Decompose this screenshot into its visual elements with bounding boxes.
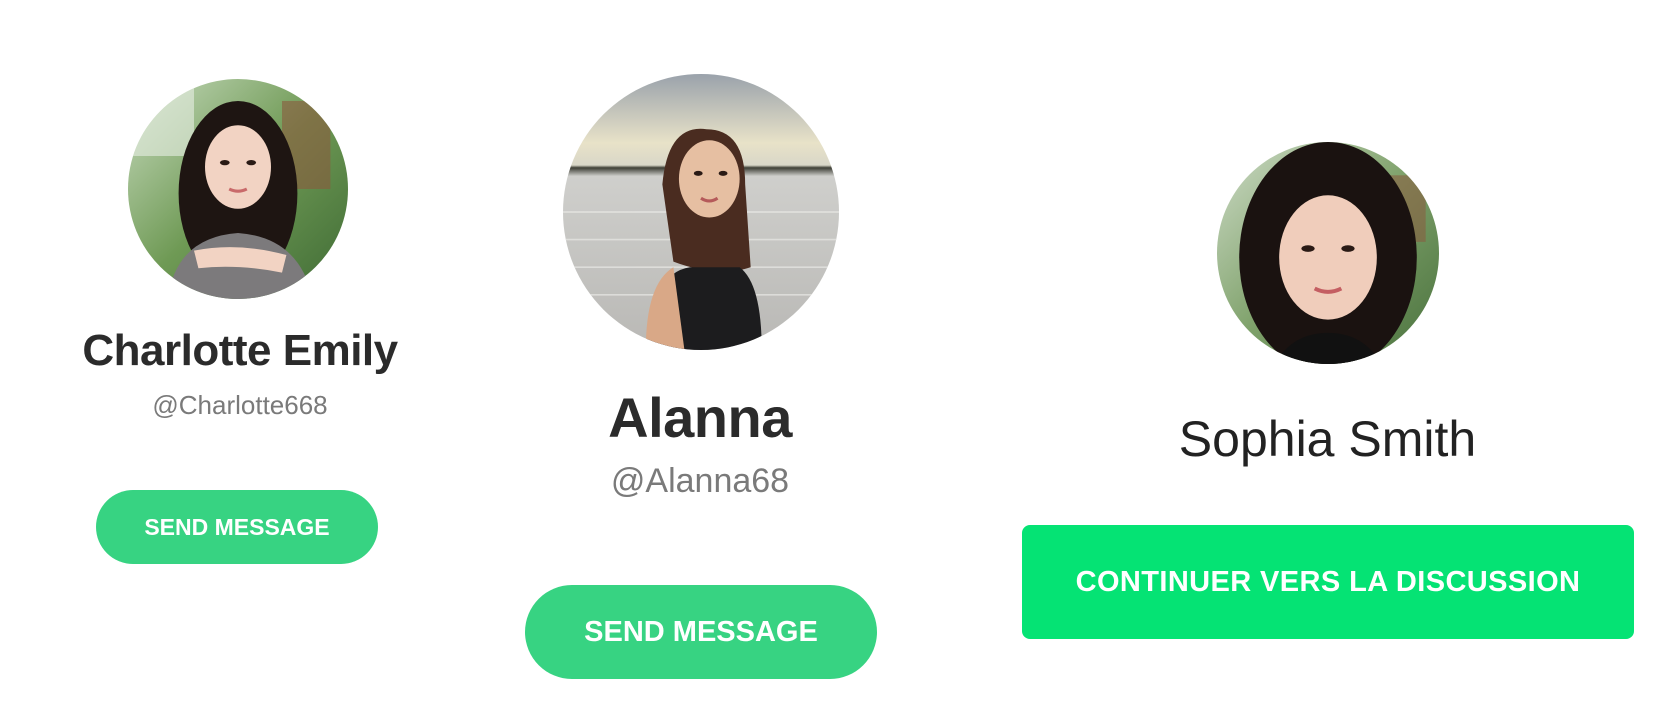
profile-name: Alanna [608, 386, 792, 449]
avatar[interactable] [128, 79, 348, 299]
profile-handle: @Alanna68 [610, 462, 790, 500]
profile-card-alanna: Alanna @Alanna68 SEND MESSAGE [495, 0, 905, 708]
profile-photo-icon [128, 79, 348, 299]
profile-name: Charlotte Emily [82, 326, 398, 375]
profile-photo-icon [563, 74, 839, 350]
profile-name: Sophia Smith [1178, 411, 1477, 467]
profile-handle: @Charlotte668 [152, 390, 328, 420]
avatar[interactable] [1217, 142, 1439, 364]
send-message-button[interactable]: SEND MESSAGE [525, 585, 877, 679]
profile-card-charlotte: Charlotte Emily @Charlotte668 SEND MESSA… [40, 0, 440, 708]
profile-photo-icon [1217, 142, 1439, 364]
profile-card-sophia: Sophia Smith CONTINUER VERS LA DISCUSSIO… [1020, 0, 1635, 708]
continue-discussion-button[interactable]: CONTINUER VERS LA DISCUSSION [1022, 525, 1634, 639]
avatar[interactable] [563, 74, 839, 350]
send-message-button[interactable]: SEND MESSAGE [96, 490, 378, 564]
